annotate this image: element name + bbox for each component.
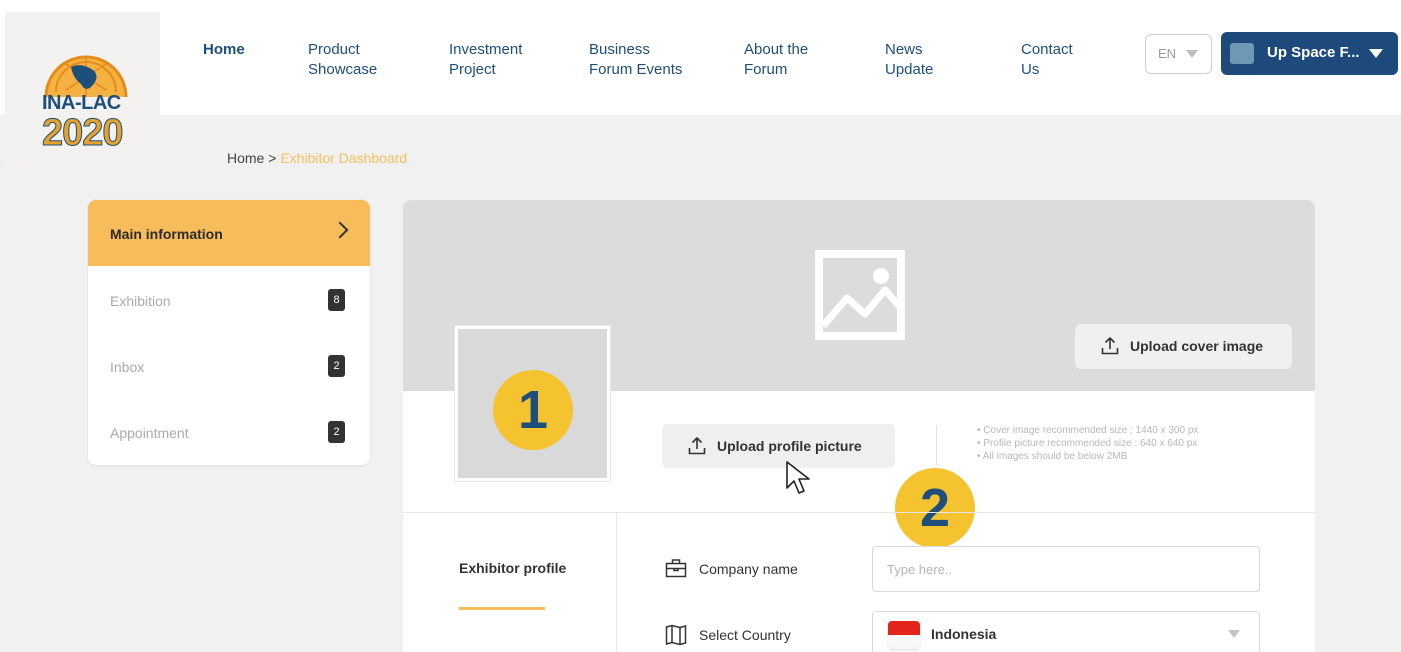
chevron-down-icon bbox=[1228, 630, 1240, 638]
sidebar-item-label: Appointment bbox=[110, 425, 189, 441]
sidebar: Main information Exhibition 8 Inbox 2 Ap… bbox=[88, 200, 370, 465]
upload-icon bbox=[1101, 336, 1119, 355]
nav-label-line2: Forum bbox=[744, 61, 788, 78]
nav-label-line1: About the bbox=[744, 41, 809, 58]
sidebar-item-label: Exhibition bbox=[110, 293, 171, 309]
company-name-input[interactable] bbox=[872, 546, 1260, 592]
chevron-down-icon bbox=[1186, 50, 1198, 58]
nav-label-line2: Project bbox=[449, 61, 496, 78]
indonesia-flag-icon bbox=[888, 621, 920, 649]
user-name: Up Space F... bbox=[1267, 44, 1360, 61]
avatar bbox=[1230, 43, 1254, 64]
count-badge: 8 bbox=[328, 289, 345, 311]
map-icon bbox=[665, 624, 687, 646]
guideline-max-size: • All images should be below 2MB bbox=[977, 451, 1128, 462]
nav-label-line2: Us bbox=[1021, 61, 1040, 78]
sidebar-item-appointment[interactable]: Appointment 2 bbox=[88, 399, 370, 465]
nav-home[interactable]: Home bbox=[203, 40, 245, 60]
count-badge: 2 bbox=[328, 355, 345, 377]
chevron-down-icon bbox=[1369, 49, 1383, 58]
country-select[interactable]: Indonesia bbox=[872, 611, 1260, 652]
nav-product-showcase[interactable]: Product Showcase bbox=[308, 40, 377, 80]
breadcrumb: Home > Exhibitor Dashboard bbox=[227, 150, 407, 166]
breadcrumb-current: Exhibitor Dashboard bbox=[280, 150, 408, 166]
nav-label-line1: Business bbox=[589, 41, 650, 58]
nav-label-line1: Investment bbox=[449, 41, 523, 58]
sidebar-item-main-information[interactable]: Main information bbox=[88, 200, 370, 266]
upload-cover-label: Upload cover image bbox=[1130, 338, 1264, 354]
select-country-label: Select Country bbox=[699, 627, 791, 643]
divider bbox=[936, 425, 937, 465]
nav-business-forum-events[interactable]: Business Forum Events bbox=[589, 40, 682, 80]
cursor-icon bbox=[786, 461, 810, 494]
breadcrumb-home[interactable]: Home bbox=[227, 150, 264, 166]
sidebar-item-inbox[interactable]: Inbox 2 bbox=[88, 333, 370, 399]
nav-contact-us[interactable]: Contact Us bbox=[1021, 40, 1073, 80]
active-tab-indicator bbox=[459, 607, 545, 610]
main-card: Upload cover image 1 Upload profile pict… bbox=[403, 200, 1315, 652]
nav-label-line2: Forum Events bbox=[589, 61, 683, 78]
step-marker-1: 1 bbox=[493, 370, 573, 450]
guideline-cover-size: • Cover image recommended size : 1440 x … bbox=[977, 425, 1199, 436]
country-value: Indonesia bbox=[931, 626, 997, 642]
nav-label-line2: Showcase bbox=[308, 61, 378, 78]
nav-label-line1: Contact bbox=[1021, 41, 1073, 58]
tab-exhibitor-profile[interactable]: Exhibitor profile bbox=[459, 560, 566, 576]
breadcrumb-separator: > bbox=[264, 150, 281, 166]
nav-label-line1: Product bbox=[308, 41, 360, 58]
logo-year: 2020 bbox=[42, 112, 125, 155]
user-menu-button[interactable]: Up Space F... bbox=[1221, 32, 1398, 75]
sidebar-item-exhibition[interactable]: Exhibition 8 bbox=[88, 267, 370, 333]
divider bbox=[403, 512, 1315, 513]
upload-icon bbox=[688, 436, 706, 455]
image-placeholder-icon bbox=[815, 250, 905, 340]
nav-label-line1: News bbox=[885, 41, 923, 58]
chevron-right-icon bbox=[331, 221, 349, 239]
sidebar-item-label: Main information bbox=[110, 226, 223, 242]
upload-profile-label: Upload profile picture bbox=[717, 438, 862, 454]
nav-investment-project[interactable]: Investment Project bbox=[449, 40, 522, 80]
guideline-profile-size: • Profile picture recommended size : 640… bbox=[977, 438, 1198, 449]
count-badge: 2 bbox=[328, 421, 345, 443]
logo[interactable]: INA-LAC 2020 bbox=[5, 12, 160, 165]
language-select[interactable]: EN bbox=[1145, 34, 1212, 74]
step-marker-2: 2 bbox=[895, 468, 975, 548]
nav-label-line2: Update bbox=[885, 61, 934, 78]
sidebar-item-label: Inbox bbox=[110, 359, 145, 375]
nav-home-label: Home bbox=[203, 41, 245, 58]
briefcase-icon bbox=[665, 559, 687, 578]
divider bbox=[616, 513, 617, 652]
image-guidelines: • Cover image recommended size : 1440 x … bbox=[977, 424, 1198, 463]
company-name-label: Company name bbox=[699, 561, 798, 577]
upload-cover-image-button[interactable]: Upload cover image bbox=[1075, 324, 1292, 369]
nav-news-update[interactable]: News Update bbox=[885, 40, 933, 80]
language-value: EN bbox=[1158, 46, 1177, 61]
top-header: INA-LAC 2020 Home Product Showcase Inves… bbox=[0, 0, 1401, 165]
nav-about-forum[interactable]: About the Forum bbox=[744, 40, 808, 80]
upload-profile-picture-button[interactable]: Upload profile picture bbox=[662, 424, 895, 468]
